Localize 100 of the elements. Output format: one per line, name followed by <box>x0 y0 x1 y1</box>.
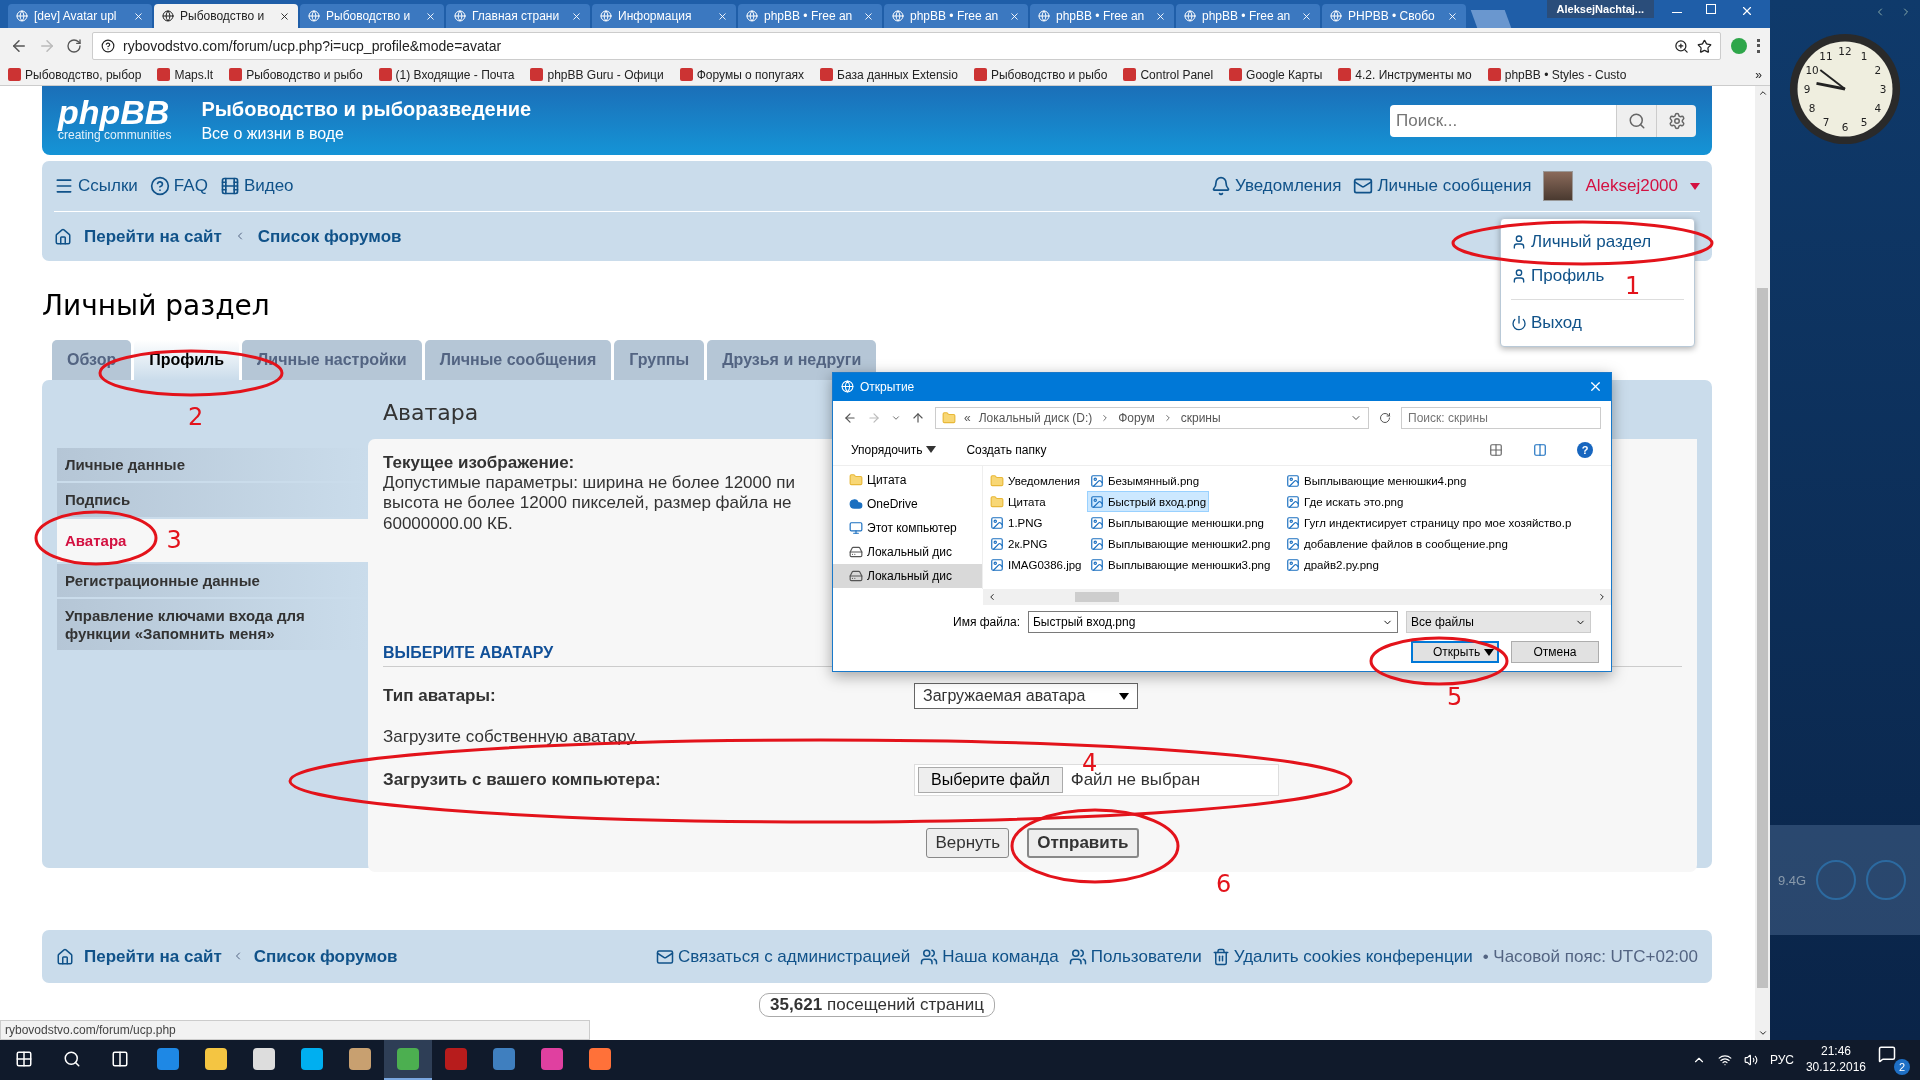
nav-link[interactable]: Ссылки <box>54 176 138 196</box>
tree-item[interactable]: Локальный дис <box>833 564 982 589</box>
notifications-link[interactable]: Уведомления <box>1211 176 1342 196</box>
browser-tab[interactable]: phpBB • Free an <box>1030 4 1174 28</box>
browser-tab[interactable]: [dev] Avatar upl <box>8 4 152 28</box>
scrollbar[interactable] <box>1755 86 1770 1040</box>
file-item[interactable]: IMAG0386.jpg <box>987 554 1085 576</box>
scroll-thumb[interactable] <box>1075 592 1119 603</box>
browser-tab[interactable]: Главная страни <box>446 4 590 28</box>
path-segment[interactable]: скрины <box>1180 410 1221 425</box>
address-bar[interactable]: rybovodstvo.com/forum/ucp.php?i=ucp_profile&mode=avatar <box>92 32 1721 60</box>
open-button[interactable]: Открыть <box>1411 641 1499 663</box>
browser-tab[interactable]: Рыбоводство и <box>300 4 444 28</box>
file-item[interactable]: Выплывающие менюшки4.png <box>1283 470 1470 492</box>
path-segment[interactable]: Локальный диск (D:) <box>978 410 1093 425</box>
restore-icon[interactable] <box>1706 4 1716 14</box>
extension-icon[interactable] <box>1731 38 1747 54</box>
file-item[interactable]: драйв2.ру.png <box>1283 554 1382 576</box>
browser-tab[interactable]: Рыбоводство и <box>154 4 298 28</box>
close-icon[interactable] <box>279 10 290 22</box>
bookmark[interactable]: Рыбоводство и рыбо <box>229 67 363 82</box>
breadcrumb-link[interactable]: Список форумов <box>257 226 402 247</box>
browser-tab[interactable]: PHPBB • Свобо <box>1322 4 1466 28</box>
tree-item[interactable]: OneDrive <box>833 492 982 517</box>
dropdown-item[interactable]: Профиль <box>1511 259 1605 293</box>
advanced-search-button[interactable] <box>1656 104 1696 137</box>
reset-button[interactable]: Вернуть <box>926 827 1010 858</box>
zoom-icon[interactable] <box>1674 38 1689 54</box>
breadcrumb-link[interactable]: Перейти на сайт <box>84 226 222 247</box>
file-item[interactable]: Безымянный.png <box>1087 470 1203 492</box>
menu-icon[interactable] <box>1757 39 1760 53</box>
bookmark[interactable]: (1) Входящие - Почта <box>378 67 515 82</box>
file-type-select[interactable]: Все файлы <box>1405 611 1591 633</box>
path-bar[interactable]: « Локальный диск (D:) Форум скрины <box>935 406 1369 429</box>
path-overflow[interactable]: « <box>964 410 971 425</box>
language-indicator[interactable]: РУС <box>1769 1053 1794 1067</box>
dropdown-item[interactable]: Выход <box>1511 306 1582 340</box>
system-clock[interactable]: 21:46 30.12.2016 <box>1805 1044 1866 1076</box>
horizontal-scrollbar[interactable] <box>983 589 1611 605</box>
help-button[interactable]: ? <box>1577 441 1593 458</box>
breadcrumb-link[interactable]: Список форумов <box>253 946 398 967</box>
bookmark[interactable]: phpBB • Styles - Custo <box>1487 67 1627 82</box>
tree-item[interactable]: Цитата <box>833 468 982 493</box>
refresh-icon[interactable] <box>1379 411 1391 424</box>
file-item[interactable]: Уведомления <box>987 470 1083 492</box>
file-item[interactable]: Цитата <box>987 491 1049 513</box>
scroll-down-icon[interactable] <box>1757 1028 1768 1038</box>
cancel-button[interactable]: Отмена <box>1511 641 1599 663</box>
bookmark[interactable]: Maps.lt <box>157 67 214 82</box>
bookmark[interactable]: Control Panel <box>1123 67 1214 82</box>
view-icon[interactable] <box>1489 442 1503 457</box>
browser-tab[interactable]: phpBB • Free an <box>884 4 1028 28</box>
bookmark[interactable]: База данных Extensio <box>820 67 958 82</box>
dropdown-item[interactable]: Личный раздел <box>1511 225 1652 259</box>
preview-pane-icon[interactable] <box>1533 442 1547 457</box>
avatar-type-select[interactable]: Загружаемая аватара <box>914 683 1138 710</box>
user-avatar[interactable] <box>1543 171 1574 201</box>
search-field[interactable]: Поиск... <box>1390 104 1616 137</box>
file-item[interactable]: Выплывающие менюшки.png <box>1087 512 1267 534</box>
bookmark[interactable]: Рыбоводство, рыбор <box>8 67 142 82</box>
new-folder-button[interactable]: Создать папку <box>966 442 1047 457</box>
scroll-right-icon[interactable] <box>1597 592 1607 603</box>
file-item[interactable]: Выплывающие менюшки2.png <box>1087 533 1274 555</box>
bookmark[interactable]: Рыбоводство и рыбо <box>973 67 1108 82</box>
nav-link[interactable]: Видео <box>219 176 294 196</box>
tree-item[interactable]: Этот компьютер <box>833 516 982 541</box>
file-item[interactable]: Гугл индектисирует страницу про мое хозяйство.p <box>1283 512 1575 534</box>
profile-name[interactable]: AleksejNachtaj... <box>1546 0 1654 18</box>
file-item[interactable]: Где искать это.png <box>1283 491 1407 513</box>
footer-link[interactable]: Связаться с администрацией <box>655 946 911 967</box>
file-item[interactable]: 2к.PNG <box>987 533 1051 555</box>
up-icon[interactable] <box>911 410 925 425</box>
volume-icon[interactable] <box>1743 1053 1758 1067</box>
back-icon[interactable] <box>843 410 857 425</box>
caret-icon[interactable] <box>1690 182 1700 190</box>
browser-tab[interactable]: phpBB • Free an <box>1176 4 1320 28</box>
file-item[interactable]: 1.PNG <box>987 512 1046 534</box>
bookmark[interactable]: Форумы о попугаях <box>679 67 805 82</box>
bookmark[interactable]: 4.2. Инструменты мо <box>1338 67 1472 82</box>
browser-tab[interactable]: phpBB • Free an <box>738 4 882 28</box>
file-item[interactable]: Быстрый вход.png <box>1087 491 1210 513</box>
footer-link[interactable]: Наша команда <box>920 946 1059 967</box>
choose-file-button[interactable]: Выберите файл <box>918 766 1063 793</box>
scroll-left-icon[interactable] <box>987 592 997 603</box>
organize-menu[interactable]: Упорядочить <box>851 442 937 457</box>
close-icon[interactable] <box>1740 4 1754 18</box>
footer-link[interactable]: Пользователи <box>1068 946 1202 967</box>
network-icon[interactable] <box>1717 1053 1732 1067</box>
browser-tab[interactable]: Информация <box>592 4 736 28</box>
bookmark-star-icon[interactable] <box>1697 38 1712 54</box>
breadcrumb-link[interactable]: Перейти на сайт <box>84 946 222 967</box>
scroll-thumb[interactable] <box>1757 288 1768 988</box>
notifications-button[interactable]: 2 <box>1878 1045 1910 1075</box>
bookmark[interactable]: phpBB Guru - Офици <box>530 67 664 82</box>
search-field[interactable]: Поиск: скрины <box>1401 406 1601 429</box>
file-item[interactable]: добавление файлов в сообщение.png <box>1283 533 1511 555</box>
nav-link[interactable]: FAQ <box>149 176 208 196</box>
path-segment[interactable]: Форум <box>1118 410 1155 425</box>
messages-link[interactable]: Личные сообщения <box>1353 176 1532 196</box>
submit-button[interactable]: Отправить <box>1027 827 1139 858</box>
